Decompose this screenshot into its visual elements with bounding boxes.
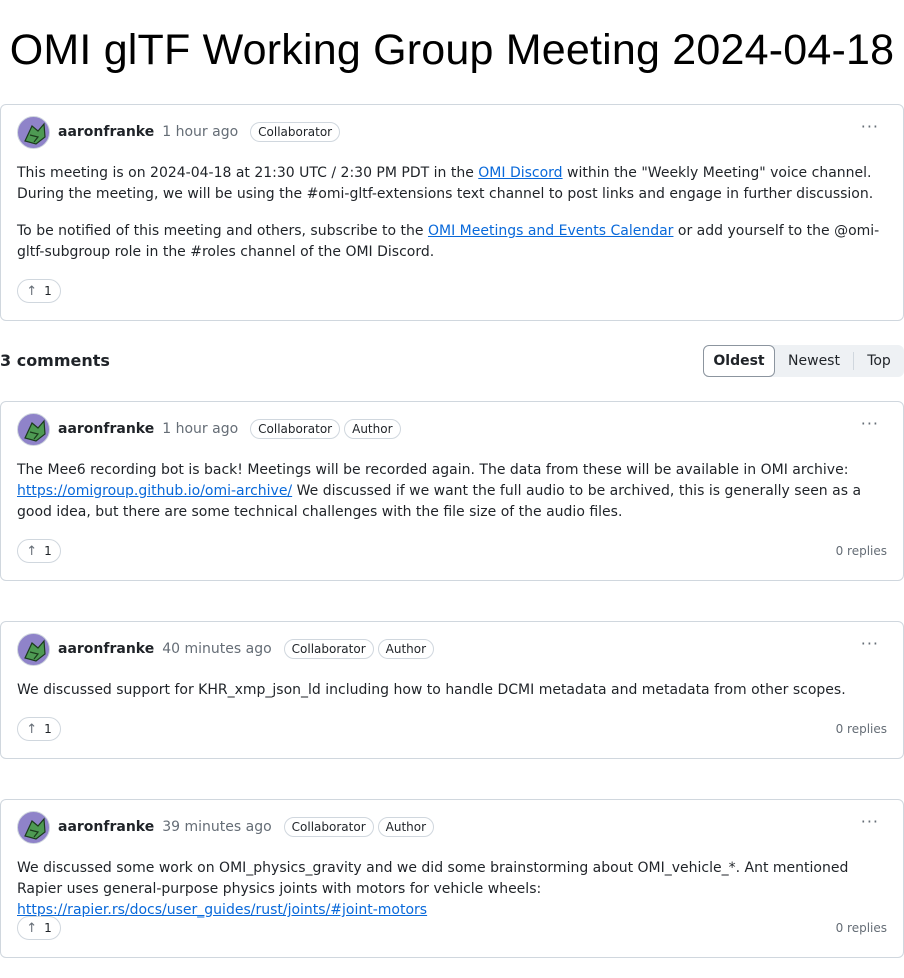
post-body: This meeting is on 2024-04-18 at 21:30 U…	[17, 163, 885, 279]
comment: aaronfranke 1 hour ago Collaborator Auth…	[0, 401, 904, 581]
timestamp[interactable]: 1 hour ago	[162, 124, 238, 140]
collaborator-badge: Collaborator	[250, 122, 341, 142]
sort-oldest-button[interactable]: Oldest	[703, 345, 775, 377]
collaborator-badge: Collaborator	[283, 817, 374, 837]
upvote-button[interactable]: ↑ 1	[17, 717, 61, 741]
comment-header: aaronfranke 40 minutes ago Collaborator …	[17, 632, 435, 666]
post-paragraph: To be notified of this meeting and other…	[17, 223, 880, 260]
avatar[interactable]	[17, 115, 50, 149]
comment-header: aaronfranke 39 minutes ago Collaborator …	[17, 810, 435, 844]
timestamp[interactable]: 39 minutes ago	[162, 819, 271, 835]
collaborator-badge: Collaborator	[283, 639, 374, 659]
author-name[interactable]: aaronfranke	[58, 641, 154, 657]
sort-newest-button[interactable]: Newest	[775, 345, 853, 377]
post-header: aaronfranke 1 hour ago Collaborator	[17, 115, 341, 149]
replies-count[interactable]: 0 replies	[836, 722, 887, 736]
upvote-button[interactable]: ↑ 1	[17, 539, 61, 563]
kebab-horizontal-icon[interactable]: ···	[861, 812, 879, 831]
comments-count: 3 comments	[0, 351, 110, 370]
upvote-button[interactable]: ↑ 1	[17, 279, 61, 303]
collaborator-badge: Collaborator	[250, 419, 341, 439]
omi-discord-link[interactable]: OMI Discord	[478, 165, 562, 181]
upvote-count: 1	[44, 284, 52, 298]
upvote-count: 1	[44, 544, 52, 558]
arrow-up-icon: ↑	[26, 283, 38, 299]
discussion-post: aaronfranke 1 hour ago Collaborator ··· …	[0, 104, 904, 321]
author-name[interactable]: aaronfranke	[58, 421, 154, 437]
arrow-up-icon: ↑	[26, 543, 38, 559]
comment-sort-tabs: Oldest Newest Top	[703, 345, 904, 377]
kebab-horizontal-icon[interactable]: ···	[861, 634, 879, 653]
timestamp[interactable]: 1 hour ago	[162, 421, 238, 437]
arrow-up-icon: ↑	[26, 721, 38, 737]
author-badge: Author	[377, 639, 435, 659]
replies-count[interactable]: 0 replies	[836, 921, 887, 935]
page-title: OMI glTF Working Group Meeting 2024-04-1…	[9, 26, 895, 74]
comment-body: The Mee6 recording bot is back! Meetings…	[17, 462, 862, 520]
comment: aaronfranke 39 minutes ago Collaborator …	[0, 799, 904, 958]
upvote-button[interactable]: ↑ 1	[17, 916, 61, 940]
author-name[interactable]: aaronfranke	[58, 124, 154, 140]
comment: aaronfranke 40 minutes ago Collaborator …	[0, 621, 904, 759]
omi-archive-link[interactable]: https://omigroup.github.io/omi-archive/	[17, 483, 292, 499]
avatar[interactable]	[17, 632, 50, 666]
replies-count[interactable]: 0 replies	[836, 544, 887, 558]
arrow-up-icon: ↑	[26, 920, 38, 936]
calendar-link[interactable]: OMI Meetings and Events Calendar	[428, 223, 673, 239]
comment-header: aaronfranke 1 hour ago Collaborator Auth…	[17, 412, 401, 446]
author-name[interactable]: aaronfranke	[58, 819, 154, 835]
sort-top-button[interactable]: Top	[854, 345, 904, 377]
kebab-horizontal-icon[interactable]: ···	[861, 117, 879, 136]
rapier-joints-link[interactable]: https://rapier.rs/docs/user_guides/rust/…	[17, 902, 427, 918]
avatar[interactable]	[17, 412, 50, 446]
author-badge: Author	[377, 817, 435, 837]
post-paragraph: This meeting is on 2024-04-18 at 21:30 U…	[17, 165, 874, 202]
upvote-count: 1	[44, 722, 52, 736]
comment-body: We discussed some work on OMI_physics_gr…	[17, 860, 849, 918]
author-badge: Author	[344, 419, 401, 439]
upvote-count: 1	[44, 921, 52, 935]
avatar[interactable]	[17, 810, 50, 844]
comment-body: We discussed support for KHR_xmp_json_ld…	[17, 682, 846, 698]
kebab-horizontal-icon[interactable]: ···	[861, 414, 879, 433]
timestamp[interactable]: 40 minutes ago	[162, 641, 271, 657]
